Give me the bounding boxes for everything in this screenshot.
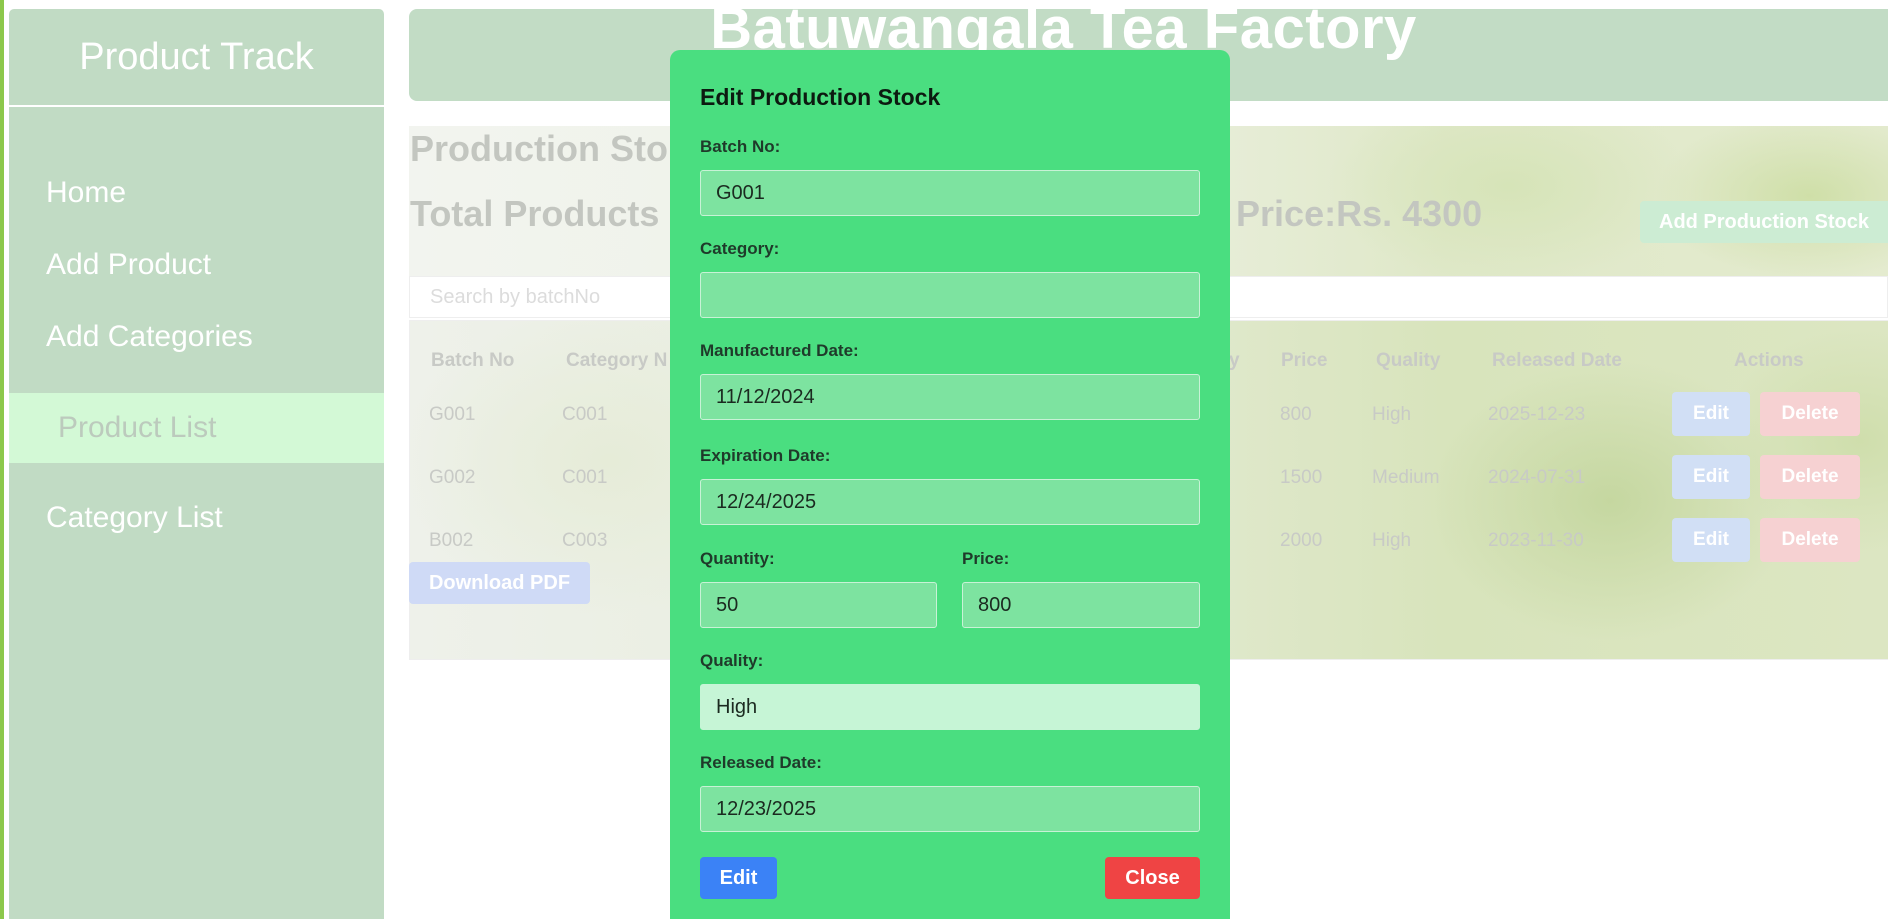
add-production-stock-button[interactable]: Add Production Stock: [1640, 201, 1888, 243]
column-header-quantity: y: [1229, 350, 1240, 371]
table-cell-quality: High: [1372, 404, 1412, 425]
table-cell-released: 2023-11-30: [1488, 530, 1584, 551]
price-field[interactable]: 800: [962, 582, 1200, 628]
category-label: Category:: [700, 239, 780, 258]
table-cell-category: C001: [562, 404, 608, 425]
edit-stock-modal: Edit Production Stock Batch No: G001 Cat…: [670, 50, 1230, 919]
download-pdf-button[interactable]: Download PDF: [409, 562, 590, 604]
quality-label: Quality:: [700, 651, 764, 670]
total-price: al Price:Rs. 4300: [1196, 193, 1483, 234]
table-cell-batch: G001: [429, 404, 476, 425]
table-cell-category: C003: [562, 530, 608, 551]
table-cell-category: C001: [562, 467, 608, 488]
table-cell-price: 2000: [1280, 530, 1323, 551]
sidebar-item-product-list[interactable]: Product List: [9, 393, 384, 463]
row-delete-button[interactable]: Delete: [1760, 392, 1860, 436]
table-cell-batch: G002: [429, 467, 476, 488]
sidebar-item-category-list[interactable]: Category List: [9, 483, 384, 553]
expiration-date-label: Expiration Date:: [700, 446, 831, 465]
page-edge: [0, 0, 4, 919]
sidebar-item-home[interactable]: Home: [9, 158, 384, 228]
table-cell-quality: Medium: [1372, 467, 1440, 488]
table-cell-quality: High: [1372, 530, 1412, 551]
row-delete-button[interactable]: Delete: [1760, 455, 1860, 499]
released-date-label: Released Date:: [700, 753, 822, 772]
section-title: Production Sto: [410, 128, 668, 169]
released-date-field[interactable]: 12/23/2025: [700, 786, 1200, 832]
expiration-date-field[interactable]: 12/24/2025: [700, 479, 1200, 525]
column-header-price: Price: [1281, 350, 1328, 371]
manufactured-date-label: Manufactured Date:: [700, 341, 859, 360]
batch-label: Batch No:: [700, 137, 781, 156]
sidebar: Product Track Home Add Product Add Categ…: [9, 9, 384, 919]
column-header-actions: Actions: [1734, 350, 1804, 371]
price-label: Price:: [962, 549, 1010, 568]
manufactured-date-field[interactable]: 11/12/2024: [700, 374, 1200, 420]
modal-close-button[interactable]: Close: [1105, 857, 1200, 899]
sidebar-item-add-product[interactable]: Add Product: [9, 230, 384, 300]
row-edit-button[interactable]: Edit: [1672, 455, 1750, 499]
category-field[interactable]: [700, 272, 1200, 318]
table-cell-released: 2025-12-23: [1488, 404, 1586, 425]
column-header-quality: Quality: [1376, 350, 1441, 371]
row-delete-button[interactable]: Delete: [1760, 518, 1860, 562]
total-products: Total Products: [410, 193, 660, 234]
table-cell-batch: B002: [429, 530, 474, 551]
row-edit-button[interactable]: Edit: [1672, 518, 1750, 562]
table-cell-released: 2024-07-31: [1488, 467, 1586, 488]
modal-edit-button[interactable]: Edit: [700, 857, 777, 899]
column-header-released: Released Date: [1492, 350, 1622, 371]
sidebar-title: Product Track: [9, 9, 384, 107]
column-header-batch: Batch No: [431, 350, 515, 371]
modal-title: Edit Production Stock: [700, 84, 941, 110]
quality-select[interactable]: High: [700, 684, 1200, 730]
row-edit-button[interactable]: Edit: [1672, 392, 1750, 436]
quantity-field[interactable]: 50: [700, 582, 937, 628]
column-header-category: Category N: [566, 350, 668, 371]
quantity-label: Quantity:: [700, 549, 775, 568]
sidebar-item-add-categories[interactable]: Add Categories: [9, 302, 384, 372]
batch-field[interactable]: G001: [700, 170, 1200, 216]
table-cell-price: 1500: [1280, 467, 1323, 488]
table-cell-price: 800: [1280, 404, 1312, 425]
